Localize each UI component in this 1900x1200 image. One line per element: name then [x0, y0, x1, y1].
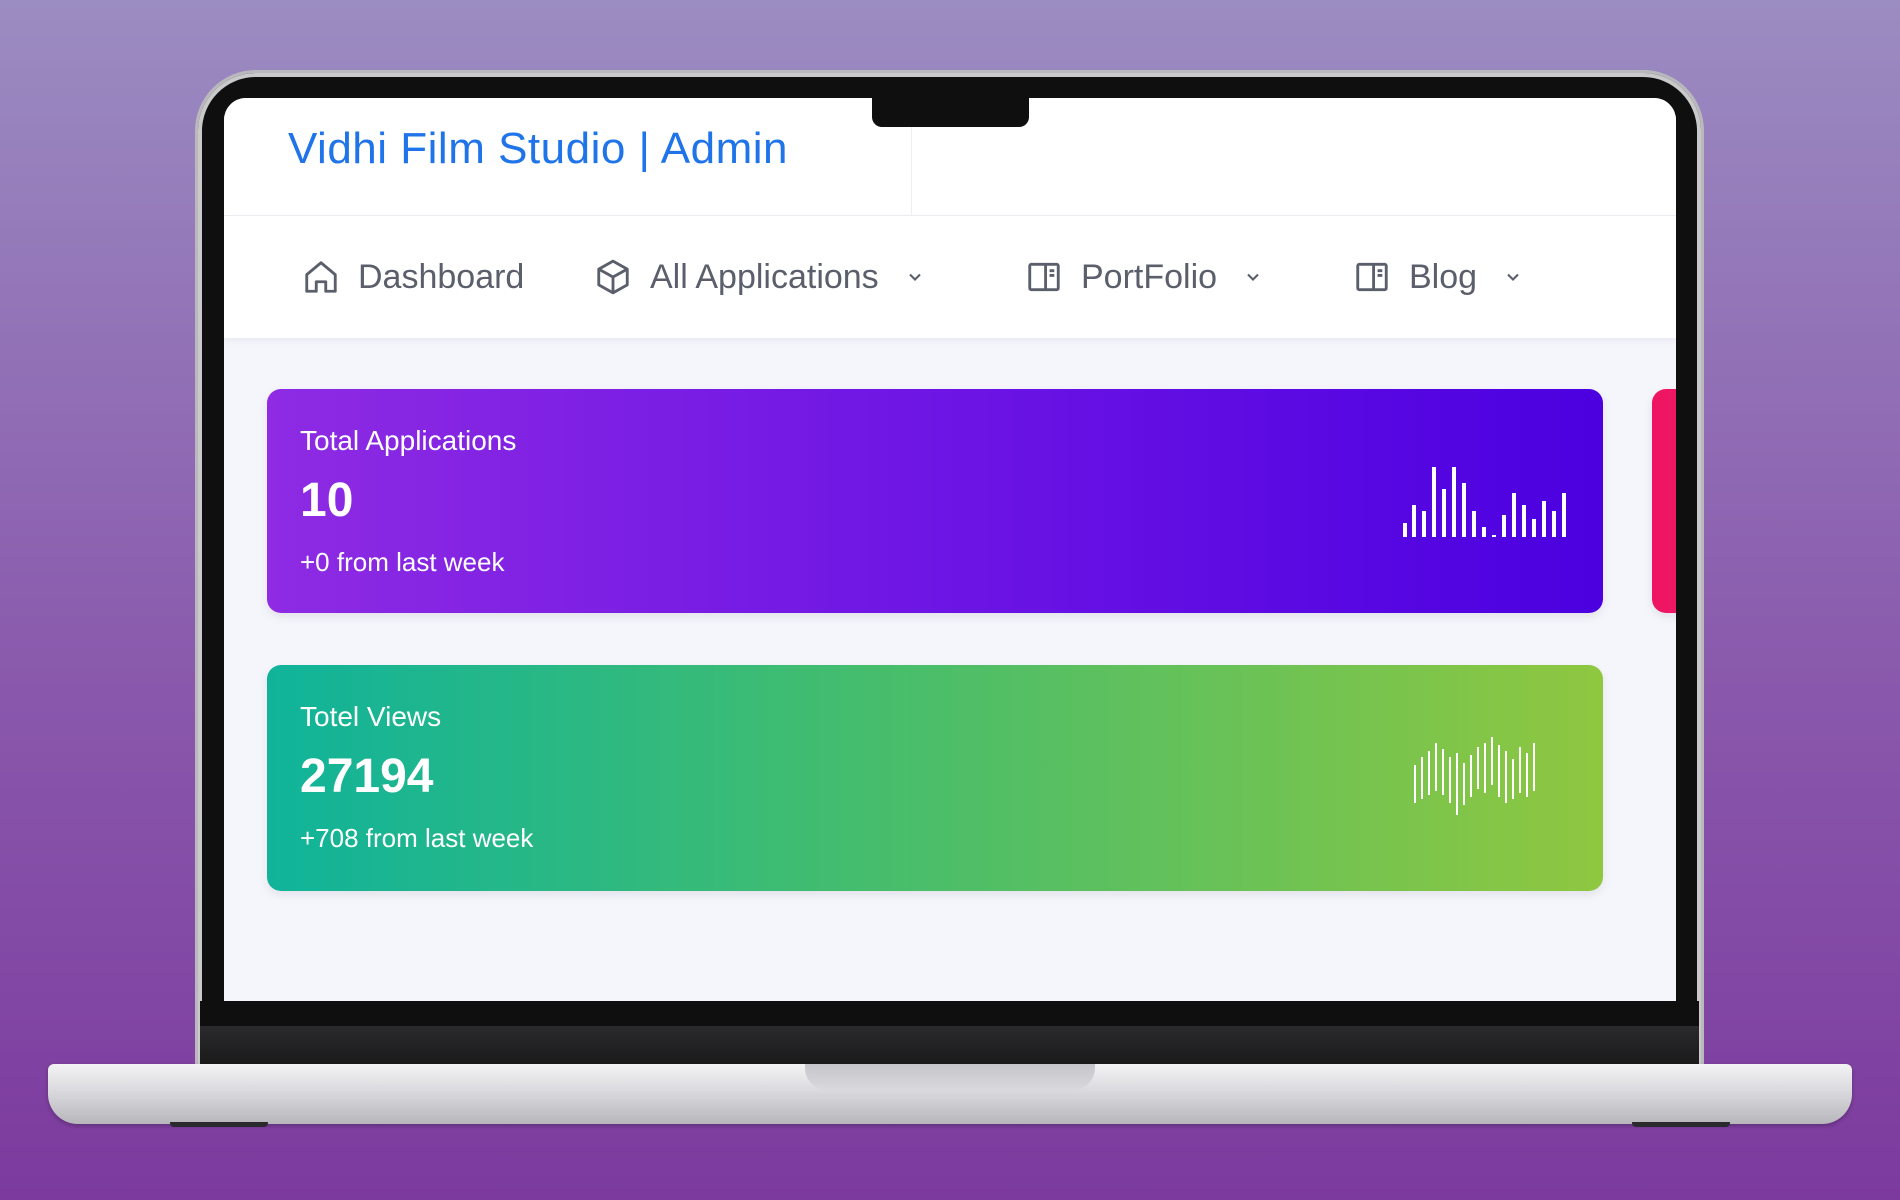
chevron-down-icon: [1503, 267, 1523, 287]
main-nav: Dashboard All Applications PortFolio Blo…: [224, 216, 1676, 338]
stat-card-total-applications[interactable]: Total Applications 10 +0 from last week: [267, 389, 1603, 613]
layout-icon: [1025, 258, 1063, 296]
chevron-down-icon: [905, 267, 925, 287]
card-title: Total Applications: [300, 425, 517, 456]
camera-notch: [872, 98, 1029, 127]
nav-portfolio-label: PortFolio: [1081, 257, 1218, 296]
trackpad-notch: [805, 1064, 1095, 1090]
nav-dashboard-label: Dashboard: [358, 257, 525, 296]
card-title: Totel Views: [300, 701, 442, 732]
bottom-bezel: [200, 1001, 1699, 1026]
stat-card-total-views[interactable]: Totel Views 27194 +708 from last week: [267, 665, 1603, 891]
hinge: [200, 1026, 1699, 1066]
screen: Vidhi Film Studio | Admin Dashboard All …: [224, 98, 1676, 1001]
nav-all-applications[interactable]: All Applications: [594, 216, 925, 338]
laptop-foot-right: [1632, 1122, 1730, 1127]
laptop-foot-left: [170, 1122, 268, 1127]
card-value: 10: [300, 474, 354, 527]
stat-card-partial[interactable]: [1652, 389, 1676, 613]
nav-blog-label: Blog: [1409, 257, 1478, 296]
box-icon: [594, 258, 632, 296]
card-delta: +708 from last week: [300, 823, 534, 853]
nav-portfolio[interactable]: PortFolio: [1025, 216, 1263, 338]
home-icon: [302, 258, 340, 296]
layout-icon: [1353, 258, 1391, 296]
bar-sparkline-icon: [1403, 467, 1566, 537]
card-value: 27194: [300, 750, 434, 803]
nav-dashboard[interactable]: Dashboard: [302, 216, 524, 338]
brand-title[interactable]: Vidhi Film Studio | Admin: [288, 124, 788, 174]
chevron-down-icon: [1243, 267, 1263, 287]
wave-sparkline-icon: [1414, 737, 1535, 815]
nav-blog[interactable]: Blog: [1353, 216, 1523, 338]
card-delta: +0 from last week: [300, 547, 505, 577]
nav-all-applications-label: All Applications: [650, 257, 879, 296]
